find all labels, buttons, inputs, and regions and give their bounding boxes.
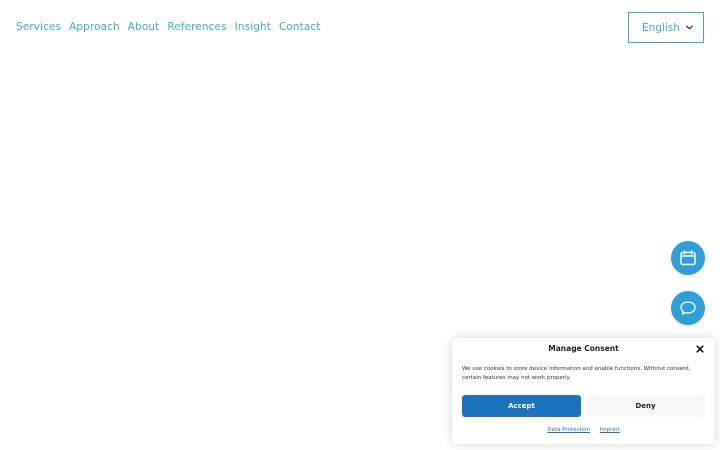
deny-button[interactable]: Deny bbox=[586, 395, 705, 417]
language-selector[interactable]: English bbox=[628, 12, 704, 43]
data-protection-link[interactable]: Data Protection bbox=[547, 427, 590, 433]
calendar-button[interactable] bbox=[671, 241, 705, 275]
close-icon[interactable] bbox=[696, 345, 704, 353]
page: Services Approach About References Insig… bbox=[0, 0, 720, 450]
nav-services[interactable]: Services bbox=[16, 20, 61, 34]
accept-button[interactable]: Accept bbox=[462, 395, 581, 417]
nav-contact[interactable]: Contact bbox=[279, 20, 321, 34]
nav-references[interactable]: References bbox=[167, 20, 226, 34]
nav-approach[interactable]: Approach bbox=[69, 20, 120, 34]
main-nav: Services Approach About References Insig… bbox=[16, 20, 329, 34]
calendar-icon bbox=[680, 250, 696, 266]
chat-bubble-icon bbox=[680, 301, 696, 315]
consent-title: Manage Consent bbox=[548, 344, 619, 353]
chevron-down-icon bbox=[686, 25, 693, 30]
nav-insight[interactable]: Insight bbox=[235, 20, 271, 34]
language-label: English bbox=[642, 21, 680, 34]
nav-about[interactable]: About bbox=[128, 20, 160, 34]
consent-dialog: Manage Consent We use cookies to store d… bbox=[452, 338, 715, 444]
consent-links: Data Protection Imprint bbox=[452, 427, 715, 433]
imprint-link[interactable]: Imprint bbox=[600, 427, 620, 433]
chat-button[interactable] bbox=[671, 291, 705, 325]
consent-message: We use cookies to store device informati… bbox=[462, 366, 691, 381]
